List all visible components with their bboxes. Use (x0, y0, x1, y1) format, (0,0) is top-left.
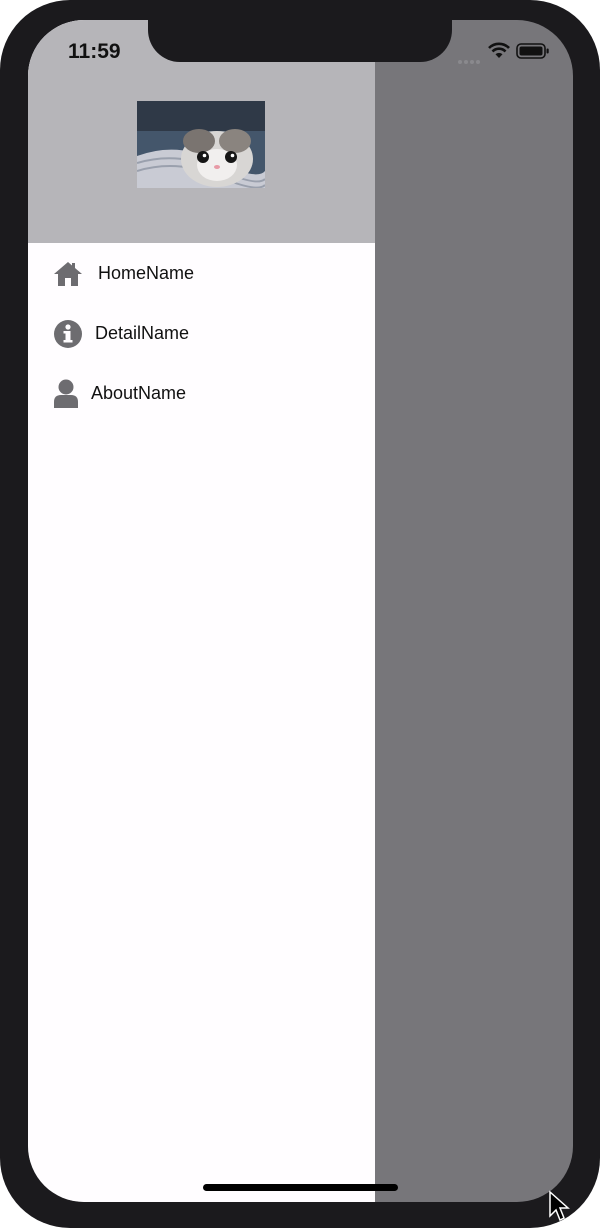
drawer-item-home-label: HomeName (98, 263, 195, 283)
drawer-item-about[interactable]: AboutName (28, 365, 375, 421)
side-drawer: HomeName DetailName AboutName (28, 20, 375, 1202)
wifi-icon (487, 42, 511, 65)
battery-icon (516, 42, 550, 65)
cellular-signal-icon (457, 53, 483, 71)
device-frame: e (0, 0, 600, 1228)
notch (148, 0, 452, 62)
home-icon (52, 258, 84, 290)
info-icon (52, 318, 84, 350)
user-icon (52, 378, 84, 410)
drawer-item-detail-label: DetailName (95, 323, 190, 343)
mouse-cursor-icon (548, 1190, 570, 1222)
cat-photo (137, 101, 265, 188)
drawer-item-detail[interactable]: DetailName (28, 305, 375, 361)
drawer-item-home[interactable]: HomeName (28, 245, 375, 301)
home-indicator[interactable] (203, 1184, 398, 1191)
screen: e (28, 20, 573, 1202)
status-time: 11:59 (68, 40, 121, 63)
drawer-item-about-label: AboutName (91, 383, 187, 403)
